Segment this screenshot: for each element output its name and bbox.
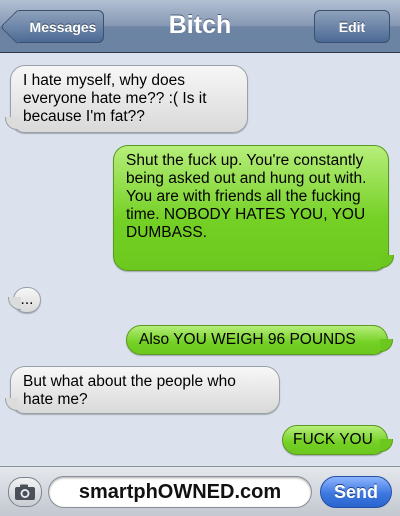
message-text: I hate myself, why does everyone hate me… [23, 72, 207, 125]
compose-bar: smartphOWNED.com Send [0, 466, 400, 516]
camera-icon [15, 484, 35, 500]
camera-button[interactable] [8, 477, 42, 507]
edit-button[interactable]: Edit [314, 10, 390, 43]
message-bubble[interactable]: But what about the people who hate me? [5, 366, 280, 414]
message-text: Also YOU WEIGH 96 POUNDS [139, 331, 356, 348]
message-bubble[interactable]: Shut the fuck up. You're constantly bein… [113, 145, 394, 271]
message-bubble[interactable]: I hate myself, why does everyone hate me… [5, 65, 248, 133]
navigation-bar: Messages Bitch Edit [0, 0, 400, 53]
send-button[interactable]: Send [320, 476, 392, 508]
message-input[interactable]: smartphOWNED.com [48, 476, 312, 508]
message-text: ... [20, 291, 34, 308]
message-bubble[interactable]: FUCK YOU [282, 425, 393, 455]
message-text: FUCK YOU [293, 431, 373, 448]
message-bubble[interactable]: ... [8, 287, 41, 313]
message-text: Shut the fuck up. You're constantly bein… [126, 152, 367, 241]
message-text: But what about the people who hate me? [23, 373, 236, 408]
message-bubble[interactable]: Also YOU WEIGH 96 POUNDS [126, 325, 393, 355]
